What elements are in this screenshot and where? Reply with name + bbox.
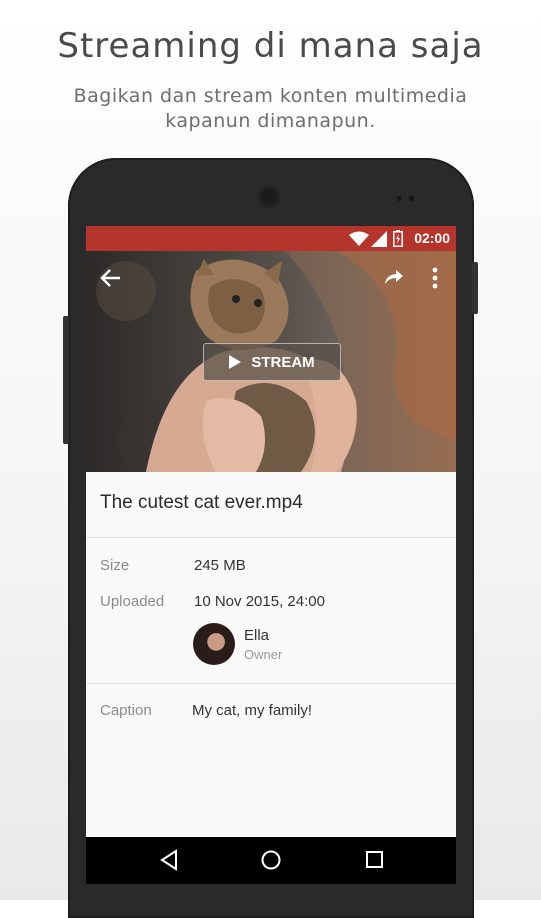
- divider: [86, 683, 456, 684]
- back-triangle-icon[interactable]: [159, 849, 179, 871]
- hero-image: STREAM: [86, 251, 456, 472]
- stream-button-label: STREAM: [251, 353, 315, 371]
- file-title: The cutest cat ever.mp4: [100, 492, 303, 513]
- nav-bar: [86, 837, 456, 884]
- recents-square-icon[interactable]: [365, 850, 385, 870]
- status-time: 02:00: [414, 230, 450, 246]
- home-circle-icon[interactable]: [260, 849, 282, 871]
- divider: [86, 537, 456, 538]
- uploaded-label: Uploaded: [100, 593, 165, 610]
- wifi-icon: [349, 231, 369, 246]
- uploaded-value: 10 Nov 2015, 24:00: [194, 593, 325, 610]
- caption-value: My cat, my family!: [192, 702, 313, 719]
- owner-role: Owner: [244, 647, 283, 662]
- avatar[interactable]: [193, 623, 235, 665]
- phone-sensor: [409, 196, 414, 201]
- size-value: 245 MB: [194, 557, 246, 574]
- size-label: Size: [100, 557, 130, 574]
- arrow-back-icon[interactable]: [100, 267, 122, 289]
- phone-screen: 02:00 STREAM The cutest cat ever.mp4 Siz…: [86, 226, 456, 884]
- caption-label: Caption: [100, 702, 152, 719]
- promo-subline-line-1: Bagikan dan stream konten multimedia: [73, 85, 468, 107]
- power-button: [472, 262, 478, 314]
- battery-charging-icon: [393, 230, 403, 247]
- more-vert-icon[interactable]: [432, 267, 438, 289]
- signal-icon: [371, 231, 387, 247]
- volume-button: [63, 316, 69, 444]
- phone-camera: [258, 186, 280, 208]
- promo-subline: Bagikan dan stream konten multimedia kap…: [0, 84, 541, 134]
- owner-name[interactable]: Ella: [244, 627, 269, 644]
- stream-button[interactable]: STREAM: [203, 343, 341, 381]
- status-bar: 02:00: [86, 226, 456, 251]
- promo-headline: Streaming di mana saja: [57, 26, 484, 66]
- share-icon[interactable]: [384, 267, 404, 287]
- play-icon: [229, 355, 242, 369]
- promo-subline-line-2: kapanun dimanapun.: [165, 110, 376, 132]
- phone-sensor: [397, 196, 402, 201]
